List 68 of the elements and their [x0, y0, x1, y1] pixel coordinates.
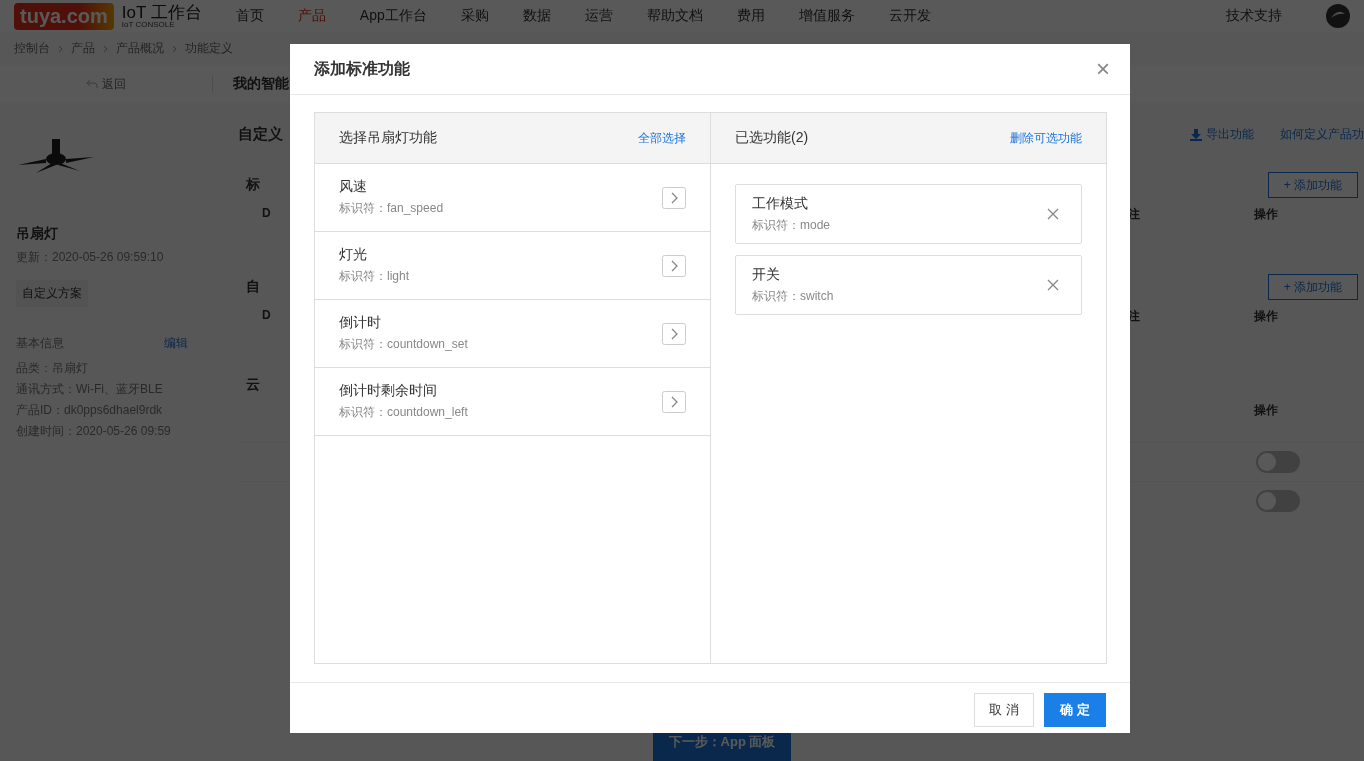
column-title: 已选功能(2): [735, 129, 809, 147]
help-link[interactable]: 如何定义产品功: [1280, 126, 1364, 143]
function-item[interactable]: 倒计时剩余时间 标识符：countdown_left: [315, 368, 710, 436]
chevron-icon: [172, 44, 177, 53]
function-name: 灯光: [339, 246, 368, 264]
chevron-icon: [58, 44, 63, 53]
close-icon[interactable]: [1047, 279, 1059, 291]
nav-item[interactable]: 帮助文档: [646, 7, 703, 25]
section-title: 自: [246, 278, 260, 296]
column-header: D: [262, 308, 271, 324]
toggle-switch[interactable]: [1256, 490, 1300, 512]
function-identifier: 标识符：light: [339, 268, 409, 285]
add-function-button[interactable]: + 添加功能: [1268, 274, 1358, 300]
toggle-switch[interactable]: [1256, 451, 1300, 473]
logo[interactable]: tuya.com: [14, 2, 114, 30]
nav-item[interactable]: 云开发: [888, 7, 931, 25]
nav-item[interactable]: 采购: [460, 7, 489, 25]
product-name: 吊扇灯: [16, 225, 58, 243]
dialog-title: 添加标准功能: [314, 58, 410, 79]
back-arrow-icon: [86, 79, 98, 89]
nav-item[interactable]: 费用: [736, 7, 765, 25]
console-title: IoT 工作台: [121, 3, 202, 21]
scheme-tag: 自定义方案: [16, 280, 88, 307]
column-header: 操作: [1254, 308, 1278, 325]
function-name: 工作模式: [752, 194, 809, 213]
section-title: 云: [246, 376, 260, 394]
nav-item[interactable]: 首页: [235, 7, 264, 25]
page-title: 我的智能: [233, 75, 289, 93]
column-header: 操作: [1254, 402, 1278, 419]
close-icon[interactable]: [1047, 208, 1059, 220]
function-identifier: 标识符：switch: [752, 287, 834, 305]
edit-link[interactable]: 编辑: [164, 335, 188, 352]
function-identifier: 标识符：countdown_set: [339, 336, 468, 353]
nav-item[interactable]: App工作台: [359, 7, 427, 25]
select-all-link[interactable]: 全部选择: [638, 129, 686, 147]
column-title: 选择吊扇灯功能: [339, 129, 437, 147]
function-name: 倒计时剩余时间: [339, 382, 438, 400]
download-icon: [1190, 128, 1202, 141]
nav-item[interactable]: 增值服务: [798, 7, 855, 25]
column-header: 操作: [1254, 206, 1278, 223]
remove-optional-link[interactable]: 删除可选功能: [1010, 129, 1082, 147]
close-button[interactable]: ×: [1092, 55, 1114, 83]
avatar-icon[interactable]: [1326, 4, 1350, 28]
chevron-right-icon[interactable]: [662, 390, 686, 413]
function-identifier: 标识符：countdown_left: [339, 404, 468, 421]
function-item[interactable]: 风速 标识符：fan_speed: [315, 164, 710, 232]
cancel-button[interactable]: 取 消: [974, 693, 1034, 727]
function-name: 风速: [339, 178, 368, 196]
section-title: 自定义: [238, 125, 283, 144]
chevron-icon: [103, 44, 108, 53]
function-name: 开关: [752, 265, 781, 284]
chevron-right-icon[interactable]: [662, 186, 686, 209]
nav-item[interactable]: 运营: [584, 7, 613, 25]
chevron-right-icon[interactable]: [662, 322, 686, 345]
add-function-button[interactable]: + 添加功能: [1268, 172, 1358, 198]
nav-item[interactable]: 产品: [297, 7, 326, 25]
nav-item[interactable]: 数据: [522, 7, 551, 25]
function-identifier: 标识符：fan_speed: [339, 200, 444, 217]
export-link[interactable]: 导出功能: [1206, 126, 1254, 143]
support-link[interactable]: 技术支持: [1226, 7, 1282, 25]
function-name: 倒计时: [339, 314, 382, 332]
column-header: D: [262, 206, 271, 222]
confirm-button[interactable]: 确 定: [1044, 693, 1106, 727]
function-item[interactable]: 倒计时 标识符：countdown_set: [315, 300, 710, 368]
function-identifier: 标识符：mode: [752, 216, 831, 234]
function-item[interactable]: 灯光 标识符：light: [315, 232, 710, 300]
chevron-right-icon[interactable]: [662, 254, 686, 277]
section-title: 标: [246, 176, 260, 194]
